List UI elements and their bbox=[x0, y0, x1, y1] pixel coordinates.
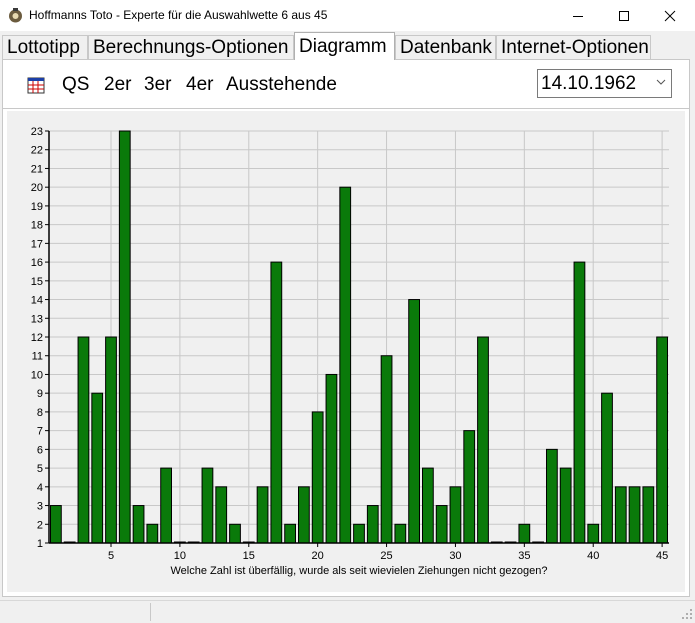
y-tick-label: 10 bbox=[31, 369, 43, 381]
y-tick-label: 9 bbox=[37, 388, 43, 400]
x-tick-label: 35 bbox=[518, 550, 530, 562]
y-tick-label: 20 bbox=[31, 182, 43, 194]
y-tick-label: 11 bbox=[32, 351, 43, 363]
status-divider bbox=[150, 603, 151, 621]
bar bbox=[284, 523, 297, 544]
bar bbox=[311, 411, 324, 544]
bar bbox=[656, 336, 669, 544]
bar bbox=[587, 523, 600, 544]
x-tick-label: 30 bbox=[449, 550, 461, 562]
x-tick-label: 15 bbox=[243, 550, 255, 562]
x-tick-label: 45 bbox=[656, 550, 668, 562]
bar bbox=[146, 523, 159, 544]
tab-diagramm[interactable]: Diagramm bbox=[294, 32, 395, 60]
bar bbox=[394, 523, 407, 544]
bar bbox=[435, 505, 448, 544]
bar bbox=[601, 392, 613, 544]
bar bbox=[353, 523, 365, 544]
bar bbox=[201, 467, 214, 544]
bar bbox=[298, 486, 310, 544]
bar bbox=[477, 336, 489, 544]
bar bbox=[573, 261, 586, 544]
y-tick-label: 13 bbox=[31, 313, 43, 325]
bar bbox=[559, 467, 572, 544]
y-tick-label: 14 bbox=[31, 295, 43, 307]
bar bbox=[50, 505, 62, 544]
y-tick-label: 4 bbox=[37, 482, 43, 494]
y-tick-label: 2 bbox=[37, 519, 43, 531]
bar bbox=[408, 299, 421, 544]
bar bbox=[642, 486, 655, 544]
bar bbox=[422, 467, 434, 544]
status-bar bbox=[0, 600, 695, 623]
resize-grip-icon[interactable] bbox=[681, 608, 693, 620]
y-tick-label: 16 bbox=[31, 257, 43, 269]
bar bbox=[546, 448, 558, 544]
bar bbox=[628, 486, 641, 544]
bar bbox=[229, 523, 241, 544]
y-tick-label: 17 bbox=[31, 238, 43, 250]
bar bbox=[91, 392, 104, 544]
y-tick-label: 15 bbox=[31, 276, 43, 288]
y-tick-label: 18 bbox=[31, 220, 43, 232]
bar bbox=[160, 467, 173, 544]
bar bbox=[325, 373, 338, 544]
bar bbox=[339, 186, 352, 544]
x-tick-label: 40 bbox=[587, 550, 599, 562]
x-tick-label: 20 bbox=[312, 550, 324, 562]
x-tick-label: 25 bbox=[380, 550, 392, 562]
bar bbox=[518, 523, 531, 544]
bar bbox=[105, 336, 117, 544]
y-tick-label: 3 bbox=[37, 501, 43, 513]
y-tick-label: 19 bbox=[31, 201, 43, 213]
bar bbox=[614, 486, 627, 544]
x-tick-label: 10 bbox=[174, 550, 186, 562]
y-tick-label: 8 bbox=[37, 407, 43, 419]
bar-chart: 12345678910111213141516171819202122235 10… bbox=[31, 126, 669, 577]
y-tick-label: 6 bbox=[37, 444, 43, 456]
y-tick-label: 7 bbox=[37, 426, 43, 438]
bar bbox=[449, 486, 462, 544]
bar bbox=[463, 430, 476, 544]
bar bbox=[132, 505, 145, 544]
y-tick-label: 12 bbox=[31, 332, 43, 344]
bar bbox=[118, 130, 131, 544]
x-tick-label: 5 bbox=[108, 550, 114, 562]
y-tick-label: 22 bbox=[31, 145, 43, 157]
y-tick-label: 21 bbox=[31, 163, 43, 175]
bar bbox=[215, 486, 228, 544]
bar bbox=[256, 486, 269, 544]
bar bbox=[77, 336, 90, 544]
y-tick-label: 1 bbox=[37, 538, 43, 550]
y-tick-label: 5 bbox=[37, 463, 43, 475]
y-tick-label: 23 bbox=[31, 126, 43, 138]
bar bbox=[380, 355, 393, 544]
x-axis-label: Welche Zahl ist überfällig, wurde als se… bbox=[170, 565, 547, 577]
bar bbox=[366, 505, 379, 544]
bar bbox=[270, 261, 283, 544]
